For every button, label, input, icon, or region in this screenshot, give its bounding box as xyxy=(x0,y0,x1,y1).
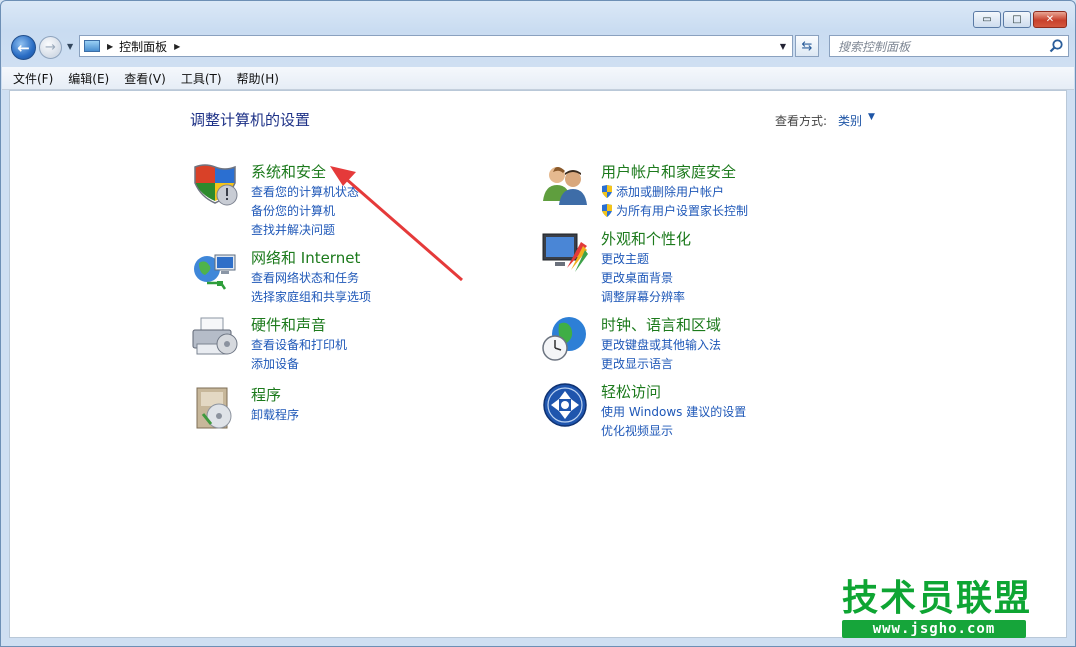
watermark-url: www.jsgho.com xyxy=(842,620,1026,638)
menu-file[interactable]: 文件(F) xyxy=(11,68,55,89)
link-windows-suggested-settings[interactable]: 使用 Windows 建议的设置 xyxy=(601,403,746,420)
uac-shield-icon xyxy=(602,185,612,198)
view-by-chevron-down-icon[interactable]: ▼ xyxy=(868,112,875,122)
address-bar[interactable]: ▶ 控制面板 ▶ ▼ xyxy=(79,35,793,57)
category-title-ease-of-access[interactable]: 轻松访问 xyxy=(601,381,661,402)
watermark: 技术员联盟 www.jsgho.com xyxy=(842,580,1036,642)
category-title-user-accounts[interactable]: 用户帐户和家庭安全 xyxy=(601,161,736,182)
category-title-network-internet[interactable]: 网络和 Internet xyxy=(251,247,360,268)
link-devices-printers[interactable]: 查看设备和打印机 xyxy=(251,336,347,353)
control-panel-icon xyxy=(84,40,100,52)
breadcrumb-control-panel[interactable]: 控制面板 xyxy=(119,38,167,55)
category-title-system-security[interactable]: 系统和安全 xyxy=(251,161,326,182)
menu-view[interactable]: 查看(V) xyxy=(122,68,168,89)
ease-of-access-icon[interactable] xyxy=(541,381,589,429)
link-homegroup-sharing[interactable]: 选择家庭组和共享选项 xyxy=(251,288,371,305)
window-controls: ▭ □ ✕ xyxy=(971,11,1067,28)
category-title-appearance[interactable]: 外观和个性化 xyxy=(601,228,691,249)
shield-icon[interactable] xyxy=(191,161,239,209)
link-change-keyboard[interactable]: 更改键盘或其他输入法 xyxy=(601,336,721,353)
watermark-text: 技术员联盟 xyxy=(842,578,1033,619)
link-optimize-video[interactable]: 优化视频显示 xyxy=(601,422,673,439)
users-icon[interactable] xyxy=(541,161,589,209)
history-dropdown-icon[interactable]: ▼ xyxy=(67,42,73,51)
link-backup-computer[interactable]: 备份您的计算机 xyxy=(251,202,335,219)
close-button[interactable]: ✕ xyxy=(1033,11,1067,28)
category-programs: 程序 卸载程序 xyxy=(191,384,451,434)
maximize-button[interactable]: □ xyxy=(1003,11,1031,28)
navigation-bar: ← → ▼ ▶ 控制面板 ▶ ▼ ⇆ xyxy=(9,34,1069,60)
category-title-clock-language-region[interactable]: 时钟、语言和区域 xyxy=(601,314,721,335)
link-parental-controls[interactable]: 为所有用户设置家长控制 xyxy=(601,202,748,219)
address-dropdown-icon[interactable]: ▼ xyxy=(774,36,792,56)
forward-button[interactable]: → xyxy=(39,36,62,59)
menu-tools[interactable]: 工具(T) xyxy=(179,68,224,89)
category-title-programs[interactable]: 程序 xyxy=(251,384,281,405)
link-view-network-status[interactable]: 查看网络状态和任务 xyxy=(251,269,359,286)
link-change-display-language[interactable]: 更改显示语言 xyxy=(601,355,673,372)
content-pane: 调整计算机的设置 查看方式: 类别 ▼ 系统和安全 查看您的计算机状态 备份您的… xyxy=(9,90,1067,638)
link-label[interactable]: 添加或删除用户帐户 xyxy=(616,185,724,199)
menu-edit[interactable]: 编辑(E) xyxy=(66,68,111,89)
category-system-security: 系统和安全 查看您的计算机状态 备份您的计算机 查找并解决问题 xyxy=(191,161,451,241)
control-panel-window: ▭ □ ✕ ← → ▼ ▶ 控制面板 ▶ ▼ ⇆ 文件(F) 编辑(E) 查看(… xyxy=(0,0,1076,647)
breadcrumb-separator-icon[interactable]: ▶ xyxy=(174,42,180,51)
breadcrumb-separator-icon[interactable]: ▶ xyxy=(107,42,113,51)
view-by-dropdown[interactable]: 类别 xyxy=(838,112,862,129)
link-add-device[interactable]: 添加设备 xyxy=(251,355,299,372)
printer-icon[interactable] xyxy=(191,314,239,362)
page-title: 调整计算机的设置 xyxy=(190,111,311,129)
refresh-button[interactable]: ⇆ xyxy=(795,35,819,57)
uac-shield-icon xyxy=(602,204,612,217)
category-ease-of-access: 轻松访问 使用 Windows 建议的设置 优化视频显示 xyxy=(541,381,841,441)
search-icon[interactable] xyxy=(1048,38,1064,54)
link-label[interactable]: 为所有用户设置家长控制 xyxy=(616,204,748,218)
category-appearance: 外观和个性化 更改主题 更改桌面背景 调整屏幕分辨率 xyxy=(541,228,841,304)
clock-globe-icon[interactable] xyxy=(541,314,589,362)
category-hardware-sound: 硬件和声音 查看设备和打印机 添加设备 xyxy=(191,314,451,374)
link-add-remove-accounts[interactable]: 添加或删除用户帐户 xyxy=(601,183,724,200)
minimize-button[interactable]: ▭ xyxy=(973,11,1001,28)
back-button[interactable]: ← xyxy=(11,35,36,60)
network-icon[interactable] xyxy=(191,247,239,295)
category-title-hardware-sound[interactable]: 硬件和声音 xyxy=(251,314,326,335)
link-change-theme[interactable]: 更改主题 xyxy=(601,250,649,267)
link-find-fix-problems[interactable]: 查找并解决问题 xyxy=(251,221,335,238)
category-user-accounts: 用户帐户和家庭安全 添加或删除用户帐户 为所有用户设置家长控制 xyxy=(541,161,841,221)
menu-bar: 文件(F) 编辑(E) 查看(V) 工具(T) 帮助(H) xyxy=(2,67,1074,90)
category-network-internet: 网络和 Internet 查看网络状态和任务 选择家庭组和共享选项 xyxy=(191,247,451,307)
link-view-computer-status[interactable]: 查看您的计算机状态 xyxy=(251,183,359,200)
category-clock-language-region: 时钟、语言和区域 更改键盘或其他输入法 更改显示语言 xyxy=(541,314,841,374)
search-input[interactable] xyxy=(836,37,1040,57)
menu-help[interactable]: 帮助(H) xyxy=(235,68,281,89)
view-by-label: 查看方式: xyxy=(775,114,828,128)
search-box[interactable] xyxy=(829,35,1069,57)
link-uninstall-program[interactable]: 卸载程序 xyxy=(251,406,299,423)
link-change-desktop-background[interactable]: 更改桌面背景 xyxy=(601,269,673,286)
link-adjust-resolution[interactable]: 调整屏幕分辨率 xyxy=(601,288,685,305)
appearance-icon[interactable] xyxy=(541,228,589,276)
programs-icon[interactable] xyxy=(191,384,239,432)
